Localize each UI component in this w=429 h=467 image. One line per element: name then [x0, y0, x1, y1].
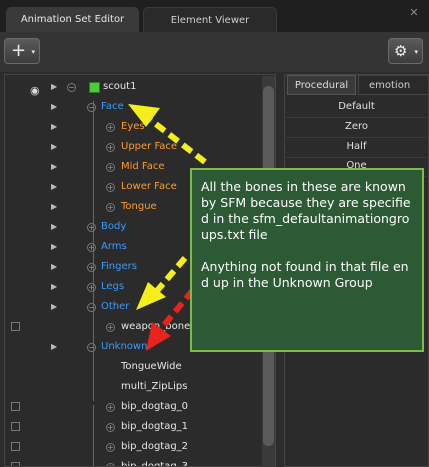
- annotation-paragraph: Anything not found in that file end up i…: [201, 259, 409, 290]
- annotation-paragraph: All the bones in these are known by SFM …: [201, 179, 411, 242]
- annotation-note: All the bones in these are known by SFM …: [190, 168, 424, 352]
- yellow-arrow-to-face: [128, 104, 207, 165]
- yellow-arrow-to-other: [136, 256, 188, 310]
